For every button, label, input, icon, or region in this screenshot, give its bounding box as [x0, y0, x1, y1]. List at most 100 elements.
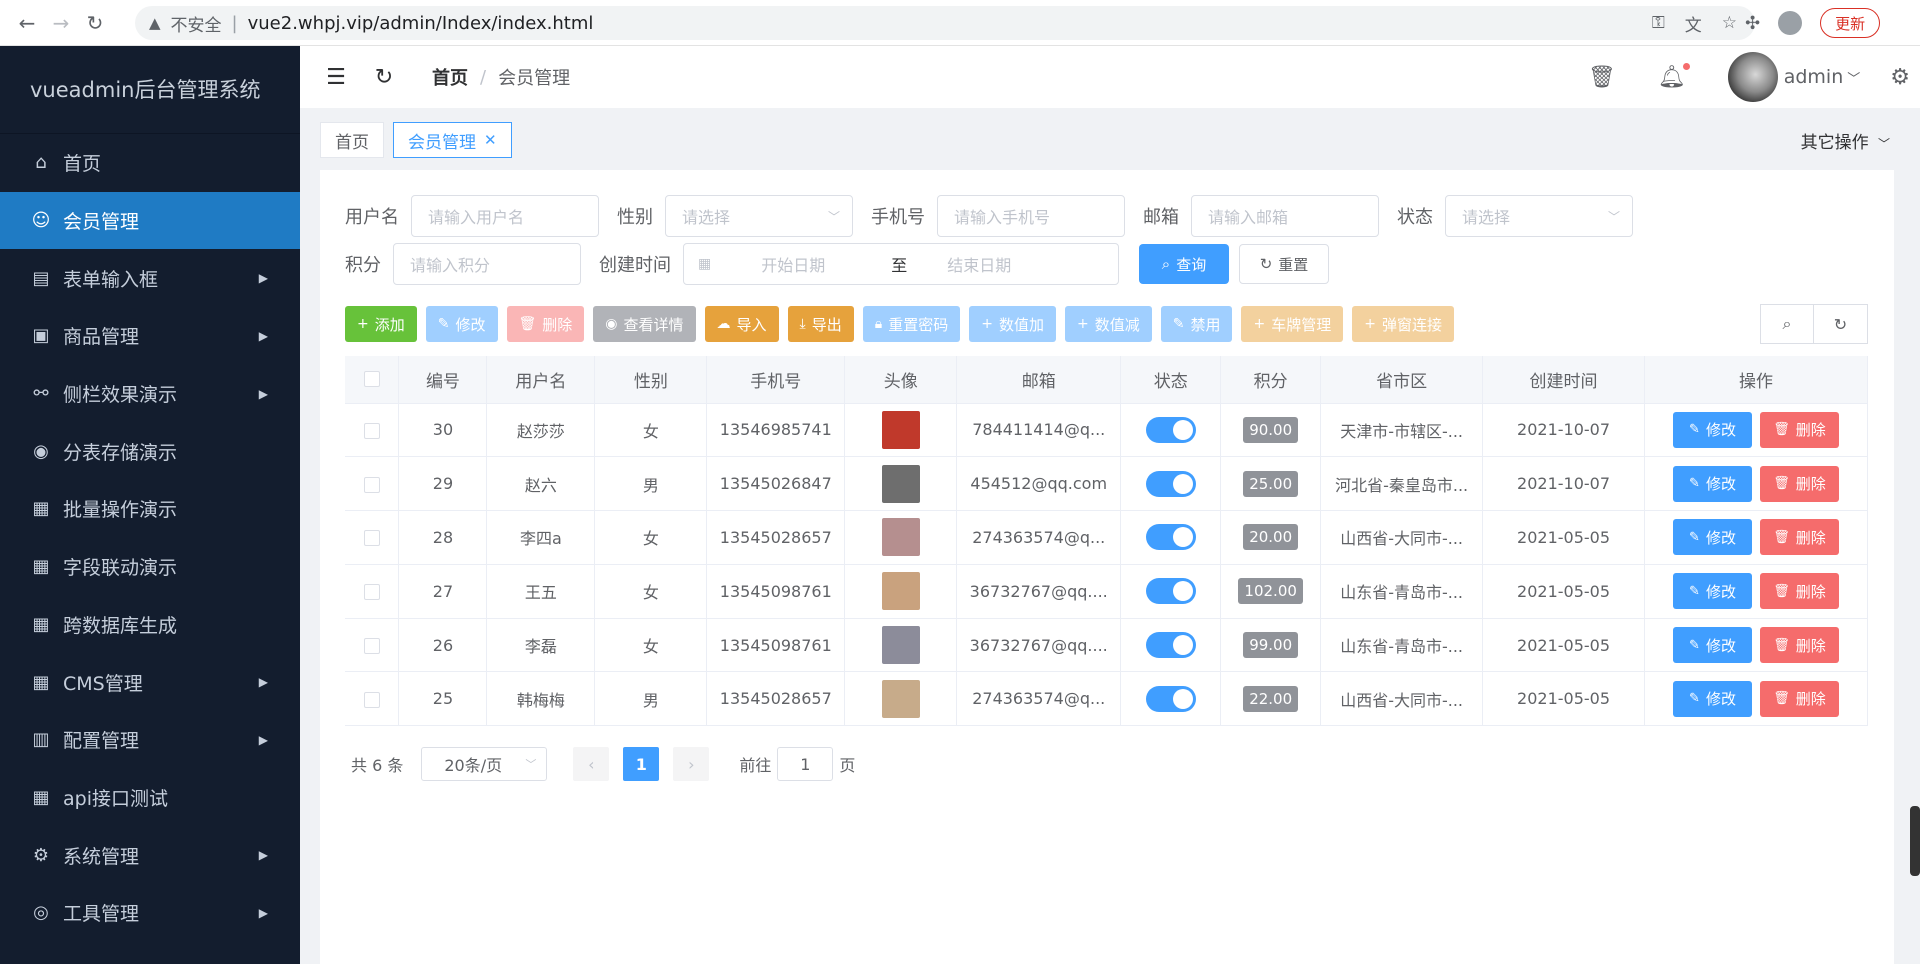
toolbar-button-10[interactable]: + 车牌管理: [1241, 306, 1344, 342]
avatar[interactable]: [881, 464, 920, 503]
sidebar-item-3[interactable]: ▣ 商品管理 ▶: [0, 307, 300, 365]
row-checkbox[interactable]: [363, 691, 380, 708]
translate-icon[interactable]: 文: [1685, 11, 1702, 36]
toolbar-button-4[interactable]: ☁ 导入: [704, 306, 779, 342]
mobile-input[interactable]: 请输入手机号: [937, 195, 1125, 237]
status-select[interactable]: 请选择 ﹀: [1445, 195, 1633, 237]
status-toggle[interactable]: [1145, 578, 1196, 605]
sidebar-item-2[interactable]: ▤ 表单输入框 ▶: [0, 249, 300, 307]
row-checkbox[interactable]: [363, 530, 380, 547]
row-edit-button[interactable]: ✎ 修改: [1673, 465, 1752, 502]
row-edit-button[interactable]: ✎ 修改: [1673, 627, 1752, 664]
trash-icon[interactable]: 🗑︎: [1588, 65, 1616, 90]
row-checkbox[interactable]: [363, 638, 380, 655]
username-input[interactable]: 请输入用户名: [411, 195, 599, 237]
page-size-select[interactable]: 20条/页 ﹀: [421, 747, 548, 781]
toolbar-button-1[interactable]: ✎ 修改: [425, 306, 498, 342]
avatar[interactable]: [881, 626, 920, 665]
row-delete-button[interactable]: 🗑︎ 删除: [1760, 465, 1839, 502]
avatar[interactable]: [881, 410, 920, 449]
email-input[interactable]: 请输入邮箱: [1191, 195, 1379, 237]
avatar[interactable]: [1727, 52, 1778, 102]
row-select-cell[interactable]: [345, 618, 400, 673]
sidebar-item-6[interactable]: ▦ 批量操作演示: [0, 480, 300, 538]
row-edit-button[interactable]: ✎ 修改: [1673, 573, 1752, 610]
row-delete-button[interactable]: 🗑︎ 删除: [1760, 411, 1839, 448]
avatar[interactable]: [881, 518, 920, 557]
row-checkbox[interactable]: [363, 422, 380, 439]
refresh-icon[interactable]: ↻: [1814, 304, 1868, 344]
reload-icon[interactable]: ↻: [78, 6, 112, 40]
sidebar-item-4[interactable]: ⚯ 侧栏效果演示 ▶: [0, 365, 300, 423]
row-select-cell[interactable]: [345, 456, 400, 512]
avatar[interactable]: [881, 679, 920, 718]
toolbar-button-5[interactable]: ⤓ 导出: [787, 306, 854, 342]
row-select-cell[interactable]: [345, 403, 400, 458]
other-ops-dropdown[interactable]: 其它操作 ﹀: [1801, 128, 1890, 153]
page-number-1[interactable]: 1: [623, 747, 660, 781]
toolbar-button-3[interactable]: ◉ 查看详情: [593, 306, 696, 342]
toolbar-button-6[interactable]: 🔒︎ 重置密码: [862, 306, 961, 342]
star-icon[interactable]: ☆: [1722, 13, 1737, 33]
scrollbar[interactable]: [1910, 806, 1920, 876]
avatar[interactable]: [881, 572, 920, 611]
back-arrow-icon[interactable]: ←: [10, 6, 44, 40]
date-range-picker[interactable]: ▦ 开始日期 至 结束日期: [683, 243, 1119, 285]
select-all-cell[interactable]: [345, 356, 400, 404]
sidebar-item-8[interactable]: ▦ 跨数据库生成: [0, 596, 300, 654]
reset-button[interactable]: ↻ 重置: [1239, 244, 1329, 284]
row-delete-button[interactable]: 🗑︎ 删除: [1760, 627, 1839, 664]
row-checkbox[interactable]: [363, 476, 380, 493]
sidebar-item-12[interactable]: ⚙ 系统管理 ▶: [0, 826, 300, 884]
status-toggle[interactable]: [1145, 685, 1196, 712]
toolbar-button-8[interactable]: + 数值减: [1064, 306, 1152, 342]
column-header[interactable]: 状态: [1120, 356, 1222, 404]
row-select-cell[interactable]: [345, 564, 400, 619]
toolbar-button-7[interactable]: + 数值加: [969, 306, 1056, 342]
row-delete-button[interactable]: 🗑︎ 删除: [1760, 680, 1839, 717]
column-header[interactable]: 操作: [1644, 356, 1868, 404]
row-select-cell[interactable]: [345, 671, 400, 727]
toolbar-button-0[interactable]: + 添加: [345, 306, 417, 342]
toolbar-button-9[interactable]: ✎ 禁用: [1160, 306, 1233, 342]
sidebar-item-11[interactable]: ▦ api接口测试: [0, 769, 300, 827]
username[interactable]: admin: [1784, 66, 1844, 88]
column-header[interactable]: 用户名: [486, 356, 596, 404]
status-toggle[interactable]: [1145, 524, 1196, 551]
row-checkbox[interactable]: [363, 584, 380, 601]
sidebar-item-0[interactable]: ⌂ 首页: [0, 134, 300, 192]
tab-home[interactable]: 首页: [320, 122, 384, 158]
row-delete-button[interactable]: 🗑︎ 删除: [1760, 573, 1839, 610]
extension-icon[interactable]: ✣: [1745, 13, 1760, 34]
column-header[interactable]: 头像: [844, 356, 958, 404]
sidebar-item-7[interactable]: ▦ 字段联动演示: [0, 538, 300, 596]
row-delete-button[interactable]: 🗑︎ 删除: [1760, 519, 1839, 556]
column-header[interactable]: 编号: [398, 356, 488, 404]
collapse-menu-icon[interactable]: ☰: [322, 65, 350, 90]
tab-member[interactable]: 会员管理 ✕: [393, 122, 512, 158]
prev-page-button[interactable]: ‹: [573, 747, 610, 781]
column-header[interactable]: 省市区: [1320, 356, 1484, 404]
query-button[interactable]: ⌕ 查询: [1139, 244, 1229, 284]
sidebar-item-9[interactable]: ▦ CMS管理 ▶: [0, 653, 300, 711]
column-header[interactable]: 积分: [1220, 356, 1322, 404]
bell-icon[interactable]: 🔔︎: [1658, 62, 1690, 90]
next-page-button[interactable]: ›: [673, 747, 710, 781]
goto-page-input[interactable]: 1: [777, 747, 834, 781]
toolbar-button-2[interactable]: 🗑︎ 删除: [506, 306, 585, 342]
select-all-checkbox[interactable]: [363, 371, 380, 388]
score-input[interactable]: 请输入积分: [393, 243, 581, 285]
address-bar[interactable]: ▲ 不安全 | vue2.whpj.vip/admin/Index/index.…: [135, 6, 1755, 40]
breadcrumb-home[interactable]: 首页: [432, 64, 468, 90]
sidebar-item-5[interactable]: ◉ 分表存储演示: [0, 422, 300, 480]
column-header[interactable]: 创建时间: [1482, 356, 1645, 404]
column-header[interactable]: 邮箱: [956, 356, 1122, 404]
column-header[interactable]: 性别: [594, 356, 708, 404]
row-edit-button[interactable]: ✎ 修改: [1673, 519, 1752, 556]
gear-icon[interactable]: ⚙: [1890, 65, 1910, 90]
sex-select[interactable]: 请选择 ﹀: [665, 195, 853, 237]
sidebar-item-1[interactable]: ☺ 会员管理: [0, 191, 300, 250]
profile-icon[interactable]: [1778, 11, 1803, 35]
search-toggle-icon[interactable]: ⌕: [1760, 304, 1814, 344]
row-edit-button[interactable]: ✎ 修改: [1673, 680, 1752, 717]
